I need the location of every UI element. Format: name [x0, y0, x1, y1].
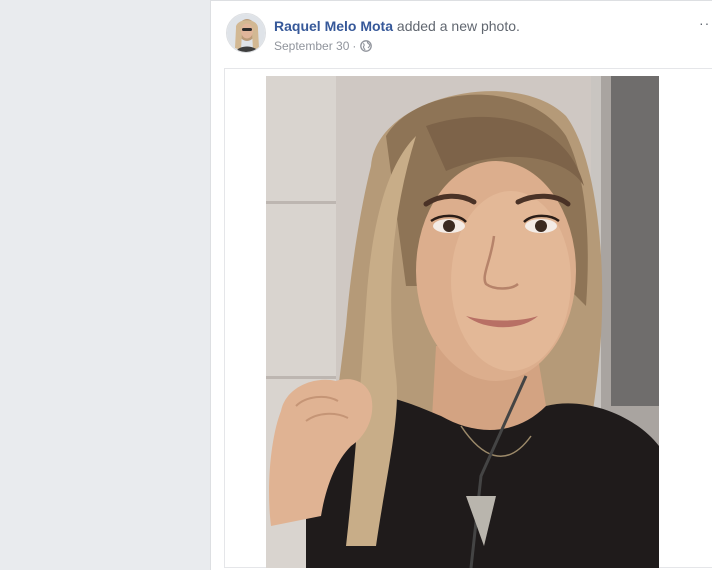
author-line: Raquel Melo Mota added a new photo. [274, 16, 520, 36]
author-name-link[interactable]: Raquel Melo Mota [274, 18, 393, 34]
avatar-image [227, 14, 265, 52]
meta-separator: · [352, 39, 357, 53]
post-timestamp-link[interactable]: September 30 [274, 38, 349, 54]
more-options-button[interactable]: ·· [699, 13, 712, 33]
more-options-icon: ·· [699, 15, 711, 31]
post-action-text: added a new photo. [396, 18, 520, 34]
selfie-image [266, 76, 659, 568]
author-avatar[interactable] [226, 13, 266, 53]
globe-icon[interactable] [360, 40, 373, 52]
post-meta: September 30 · [274, 38, 373, 54]
post-header: Raquel Melo Mota added a new photo. Sept… [211, 1, 712, 67]
photo-frame [224, 68, 712, 568]
post-card: Raquel Melo Mota added a new photo. Sept… [210, 0, 712, 570]
post-photo[interactable] [266, 76, 659, 568]
